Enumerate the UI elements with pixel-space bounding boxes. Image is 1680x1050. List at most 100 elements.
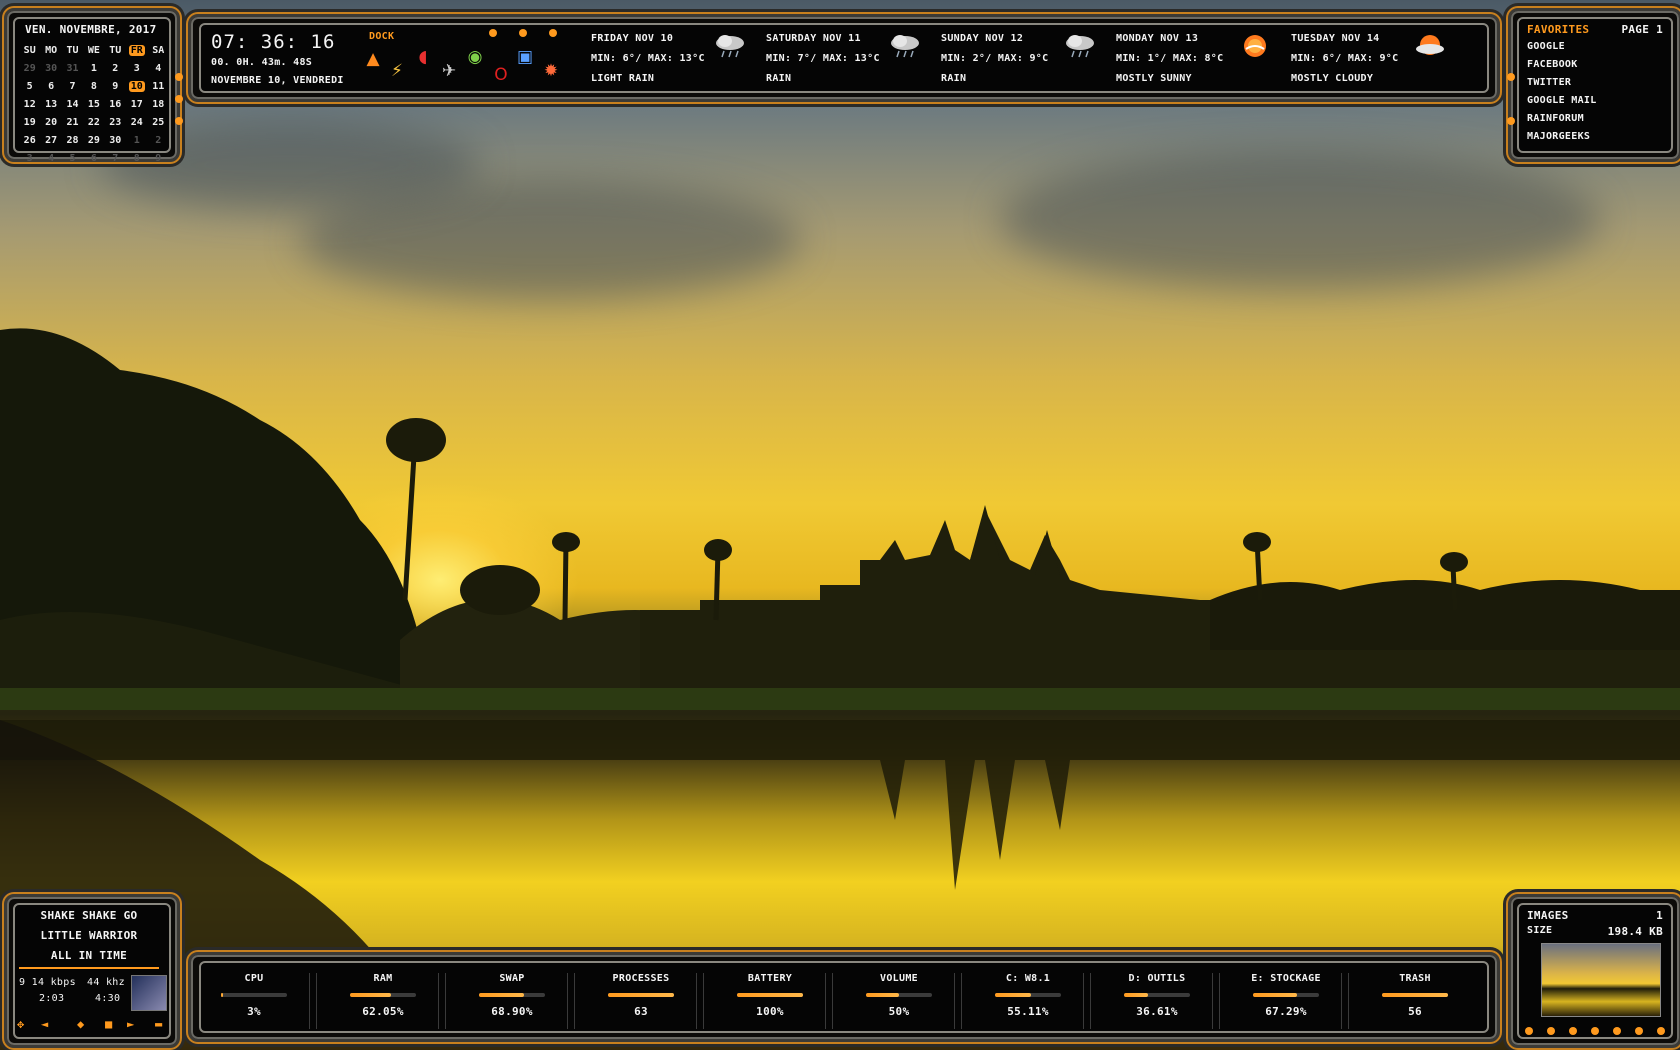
- favorite-link[interactable]: FACEBOOK: [1527, 59, 1578, 70]
- calendar-day[interactable]: 21: [62, 113, 83, 131]
- calendar-day[interactable]: 30: [105, 131, 126, 149]
- stat-value: 3%: [247, 1005, 261, 1018]
- stat-meter-fill: [1124, 993, 1149, 997]
- shuffle-icon[interactable]: ✥: [17, 1017, 25, 1031]
- stat-separator: [954, 973, 962, 1029]
- calendar-day[interactable]: 6: [83, 149, 104, 167]
- rain-cloud-icon: [888, 33, 922, 59]
- calendar-day[interactable]: 16: [105, 95, 126, 113]
- favorite-link[interactable]: GOOGLE MAIL: [1527, 95, 1597, 106]
- calendar-day[interactable]: 29: [83, 131, 104, 149]
- indicator-dot: [1635, 1027, 1643, 1035]
- images-title: IMAGES: [1527, 909, 1569, 922]
- calendar-day[interactable]: 8: [126, 149, 148, 167]
- calendar-day[interactable]: 20: [40, 113, 61, 131]
- calendar-day[interactable]: 3: [126, 59, 148, 77]
- calendar-day[interactable]: 28: [62, 131, 83, 149]
- stat-value: 56: [1408, 1005, 1422, 1018]
- stop-icon[interactable]: ■: [105, 1017, 113, 1031]
- weather-condition: LIGHT RAIN: [591, 73, 655, 84]
- calendar-day[interactable]: 29: [19, 59, 40, 77]
- calendar-day[interactable]: 27: [40, 131, 61, 149]
- opera-icon[interactable]: O: [491, 65, 511, 85]
- stat-meter-fill: [479, 993, 525, 997]
- calendar-day[interactable]: 5: [62, 149, 83, 167]
- weather-temp: MIN: 2°/ MAX: 9°C: [941, 53, 1049, 64]
- favorite-link[interactable]: TWITTER: [1527, 77, 1571, 88]
- favorite-link[interactable]: RAINFORUM: [1527, 113, 1584, 124]
- calendar-day[interactable]: 8: [83, 77, 104, 95]
- calendar-day[interactable]: 30: [40, 59, 61, 77]
- stat-label: TRASH: [1399, 973, 1431, 984]
- player-total: 4:30: [95, 993, 121, 1004]
- calendar-day[interactable]: 19: [19, 113, 40, 131]
- calendar-day[interactable]: 15: [83, 95, 104, 113]
- weather-temp: MIN: 6°/ MAX: 13°C: [591, 53, 705, 64]
- weather-day: FRIDAY NOV 10: [591, 33, 674, 44]
- calendar-day[interactable]: 10: [126, 77, 148, 95]
- calendar-day[interactable]: 5: [19, 77, 40, 95]
- settings-icon[interactable]: ✹: [541, 61, 561, 81]
- calendar-widget: VEN. NOVEMBRE, 2017 SU MO TU WE TU FR SA 29 30 3…: [4, 8, 183, 164]
- stat-meter-fill: [608, 993, 674, 997]
- calendar-day[interactable]: 13: [40, 95, 61, 113]
- calendar-day[interactable]: 26: [19, 131, 40, 149]
- repeat-icon[interactable]: ▬: [155, 1017, 163, 1031]
- flash-tool-icon[interactable]: ⚡: [387, 61, 407, 81]
- calendar-day[interactable]: 2: [148, 131, 169, 149]
- calendar-day[interactable]: 23: [105, 113, 126, 131]
- previous-icon[interactable]: ◄: [41, 1017, 49, 1031]
- calendar-day[interactable]: 31: [62, 59, 83, 77]
- document-icon[interactable]: ▣: [515, 47, 535, 67]
- dock-label: DOCK: [369, 31, 395, 42]
- next-icon[interactable]: ►: [127, 1017, 135, 1031]
- earth-icon[interactable]: ◉: [465, 47, 485, 67]
- game-icon[interactable]: ✈: [439, 61, 459, 81]
- stat-separator: [1212, 973, 1220, 1029]
- play-icon[interactable]: ◆: [77, 1017, 85, 1031]
- weather-condition: RAIN: [941, 73, 967, 84]
- calendar-day[interactable]: 22: [83, 113, 104, 131]
- calendar-day[interactable]: 9: [105, 77, 126, 95]
- calendar-day[interactable]: 18: [148, 95, 169, 113]
- stat-meter: [1253, 993, 1319, 997]
- calendar-day[interactable]: 12: [19, 95, 40, 113]
- weather-day: TUESDAY NOV 14: [1291, 33, 1380, 44]
- calendar-weekday: FR: [128, 44, 145, 56]
- calendar-day[interactable]: 4: [40, 149, 61, 167]
- rain-cloud-icon: [1063, 33, 1097, 59]
- calendar-day[interactable]: 17: [126, 95, 148, 113]
- calendar-day[interactable]: 1: [126, 131, 148, 149]
- calendar-day[interactable]: 7: [62, 77, 83, 95]
- calendar-day[interactable]: 4: [148, 59, 169, 77]
- calendar-day[interactable]: 1: [83, 59, 104, 77]
- calendar-day[interactable]: 11: [148, 77, 169, 95]
- weather-day: MONDAY NOV 13: [1116, 33, 1199, 44]
- stat-value: 63: [634, 1005, 648, 1018]
- calendar-day[interactable]: 9: [148, 149, 169, 167]
- favorite-link[interactable]: GOOGLE: [1527, 41, 1565, 52]
- player-bitrate: 9 14 kbps: [19, 977, 76, 988]
- calendar-day[interactable]: 7: [105, 149, 126, 167]
- stat-value: 55.11%: [1007, 1005, 1049, 1018]
- magnet-icon[interactable]: ◖: [413, 47, 433, 67]
- sun-cloud-icon: [1413, 33, 1447, 59]
- player-progress[interactable]: [19, 967, 159, 969]
- stat-separator: [825, 973, 833, 1029]
- calendar-day[interactable]: 3: [19, 149, 40, 167]
- favorites-page[interactable]: PAGE 1: [1621, 23, 1663, 36]
- favorite-link[interactable]: MAJORGEEKS: [1527, 131, 1590, 142]
- stat-value: 36.61%: [1136, 1005, 1178, 1018]
- indicator-dot: [1657, 1027, 1665, 1035]
- calendar-weekday: MO: [45, 44, 58, 56]
- vlc-cone-icon[interactable]: ▲: [363, 49, 383, 69]
- calendar-day[interactable]: 25: [148, 113, 169, 131]
- image-thumbnail[interactable]: [1541, 943, 1661, 1017]
- calendar-day[interactable]: 6: [40, 77, 61, 95]
- dock-dot: [549, 29, 557, 37]
- calendar-day[interactable]: 2: [105, 59, 126, 77]
- calendar-day[interactable]: 24: [126, 113, 148, 131]
- calendar-day[interactable]: 14: [62, 95, 83, 113]
- media-player-widget: SHAKE SHAKE GO LITTLE WARRIOR ALL IN TIM…: [4, 894, 180, 1048]
- stat-label: C: W8.1: [1005, 973, 1051, 984]
